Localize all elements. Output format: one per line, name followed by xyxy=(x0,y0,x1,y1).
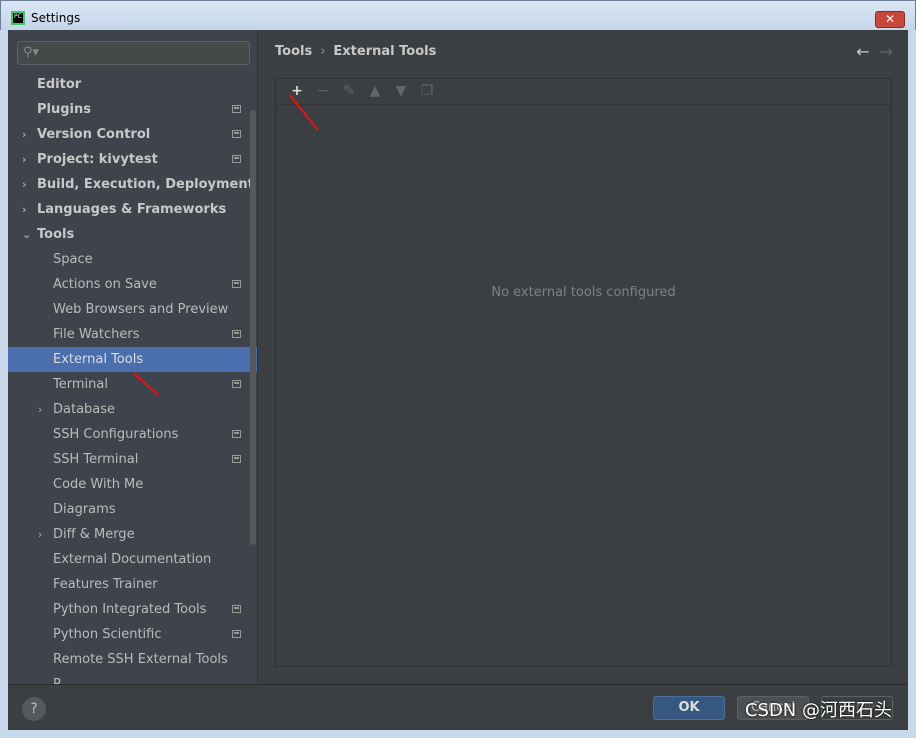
sidebar-item[interactable]: Code With Me xyxy=(8,472,257,497)
project-level-icon xyxy=(232,430,241,438)
sidebar-item-label: Actions on Save xyxy=(53,277,157,292)
chevron-right-icon[interactable]: › xyxy=(22,172,27,197)
title-bar: PC Settings ✕ xyxy=(0,0,916,30)
project-level-icon xyxy=(232,380,241,388)
sidebar-scrollbar[interactable] xyxy=(250,110,256,545)
sidebar-item-label: Python Integrated Tools xyxy=(53,602,207,617)
sidebar-item[interactable]: Python Integrated Tools xyxy=(8,597,257,622)
search-icon: ⚲▾ xyxy=(23,45,40,60)
sidebar-item[interactable]: Python Scientific xyxy=(8,622,257,647)
project-level-icon xyxy=(232,105,241,113)
add-icon[interactable]: + xyxy=(284,79,310,103)
project-level-icon xyxy=(232,605,241,613)
sidebar-item[interactable]: › Project: kivytest xyxy=(8,147,257,172)
sidebar-item[interactable]: SSH Terminal xyxy=(8,447,257,472)
sidebar-item-label: SSH Terminal xyxy=(53,452,139,467)
move-up-icon[interactable]: ▲ xyxy=(362,79,388,103)
ok-button[interactable]: OK xyxy=(653,696,725,720)
back-arrow-icon[interactable]: ← xyxy=(856,42,869,61)
chevron-right-icon[interactable]: › xyxy=(38,397,42,422)
sidebar-item[interactable]: Remote SSH External Tools xyxy=(8,647,257,672)
sidebar-item[interactable]: Features Trainer xyxy=(8,572,257,597)
sidebar-item[interactable]: Space xyxy=(8,247,257,272)
chevron-right-icon[interactable]: › xyxy=(22,147,27,172)
sidebar-item-label: R... xyxy=(53,672,74,684)
sidebar-item-label: SSH Configurations xyxy=(53,427,179,442)
pycharm-app-icon: PC xyxy=(11,11,25,25)
sidebar-item[interactable]: Web Browsers and Preview xyxy=(8,297,257,322)
sidebar-item-label: Plugins xyxy=(37,102,91,117)
sidebar-item[interactable]: Diagrams xyxy=(8,497,257,522)
sidebar-item-label: Diagrams xyxy=(53,502,116,517)
sidebar-item-label: Editor xyxy=(37,77,82,92)
sidebar-item-label: File Watchers xyxy=(53,327,140,342)
window-title: Settings xyxy=(31,11,81,25)
move-down-icon[interactable]: ▼ xyxy=(388,79,414,103)
sidebar-item[interactable]: File Watchers xyxy=(8,322,257,347)
breadcrumb: Tools › External Tools xyxy=(275,44,436,59)
sidebar-item-label: Project: kivytest xyxy=(37,152,158,167)
project-level-icon xyxy=(232,630,241,638)
sidebar-item[interactable]: Actions on Save xyxy=(8,272,257,297)
sidebar-item[interactable]: Editor xyxy=(8,72,257,97)
remove-icon[interactable]: − xyxy=(310,79,336,103)
sidebar-item-label: Space xyxy=(53,252,93,267)
sidebar-item[interactable]: › Build, Execution, Deployment xyxy=(8,172,257,197)
main-panel: Tools › External Tools ← → + − ✎ ▲ ▼ ❐ No extern… xyxy=(259,30,908,684)
forward-arrow-icon[interactable]: → xyxy=(880,42,893,61)
project-level-icon xyxy=(232,130,241,138)
project-level-icon xyxy=(232,455,241,463)
sidebar-item[interactable]: External Documentation xyxy=(8,547,257,572)
sidebar-item-label: Code With Me xyxy=(53,477,144,492)
sidebar-item-label: Languages & Frameworks xyxy=(37,202,227,217)
sidebar-item[interactable]: External Tools xyxy=(8,347,257,372)
project-level-icon xyxy=(232,280,241,288)
edit-icon[interactable]: ✎ xyxy=(336,79,362,103)
watermark: CSDN @河西石头 xyxy=(744,700,892,721)
empty-state-text: No external tools configured xyxy=(491,285,676,300)
toolbar: + − ✎ ▲ ▼ ❐ xyxy=(276,79,891,105)
sidebar-item-label: External Documentation xyxy=(53,552,212,567)
sidebar-item-label: Tools xyxy=(37,227,75,242)
settings-sidebar: ⚲▾ Editor Plugins › Version Control › Project… xyxy=(8,30,258,684)
breadcrumb-separator: › xyxy=(320,44,326,59)
chevron-down-icon[interactable]: ⌄ xyxy=(22,222,31,247)
sidebar-item[interactable]: › Version Control xyxy=(8,122,257,147)
project-level-icon xyxy=(232,330,241,338)
close-button[interactable]: ✕ xyxy=(875,11,905,28)
copy-icon[interactable]: ❐ xyxy=(414,79,440,103)
sidebar-item-label: External Tools xyxy=(53,352,144,367)
sidebar-item-label: Python Scientific xyxy=(53,627,162,642)
sidebar-item[interactable]: Plugins xyxy=(8,97,257,122)
dialog-footer: ? OK Cancel Apply CSDN @河西石头 xyxy=(8,684,908,730)
external-tools-panel: + − ✎ ▲ ▼ ❐ No external tools configured xyxy=(275,78,892,667)
sidebar-item-label: Features Trainer xyxy=(53,577,158,592)
sidebar-item-label: Database xyxy=(53,402,116,417)
sidebar-item[interactable]: R... xyxy=(8,672,257,684)
breadcrumb-tools[interactable]: Tools xyxy=(275,44,312,59)
sidebar-item[interactable]: SSH Configurations xyxy=(8,422,257,447)
chevron-right-icon[interactable]: › xyxy=(38,522,42,547)
sidebar-item[interactable]: Terminal xyxy=(8,372,257,397)
chevron-right-icon[interactable]: › xyxy=(22,197,27,222)
sidebar-item-label: Terminal xyxy=(53,377,108,392)
sidebar-item-label: Web Browsers and Preview xyxy=(53,302,229,317)
project-level-icon xyxy=(232,155,241,163)
sidebar-item-label: Version Control xyxy=(37,127,151,142)
chevron-right-icon[interactable]: › xyxy=(22,122,27,147)
help-button[interactable]: ? xyxy=(22,697,46,721)
sidebar-item[interactable]: › Diff & Merge xyxy=(8,522,257,547)
search-input[interactable]: ⚲▾ xyxy=(17,41,250,65)
sidebar-item[interactable]: › Database xyxy=(8,397,257,422)
breadcrumb-current: External Tools xyxy=(333,44,437,59)
sidebar-item[interactable]: ⌄ Tools xyxy=(8,222,257,247)
sidebar-item-label: Build, Execution, Deployment xyxy=(37,177,254,192)
sidebar-item-label: Remote SSH External Tools xyxy=(53,652,228,667)
sidebar-item-label: Diff & Merge xyxy=(53,527,135,542)
sidebar-item[interactable]: › Languages & Frameworks xyxy=(8,197,257,222)
